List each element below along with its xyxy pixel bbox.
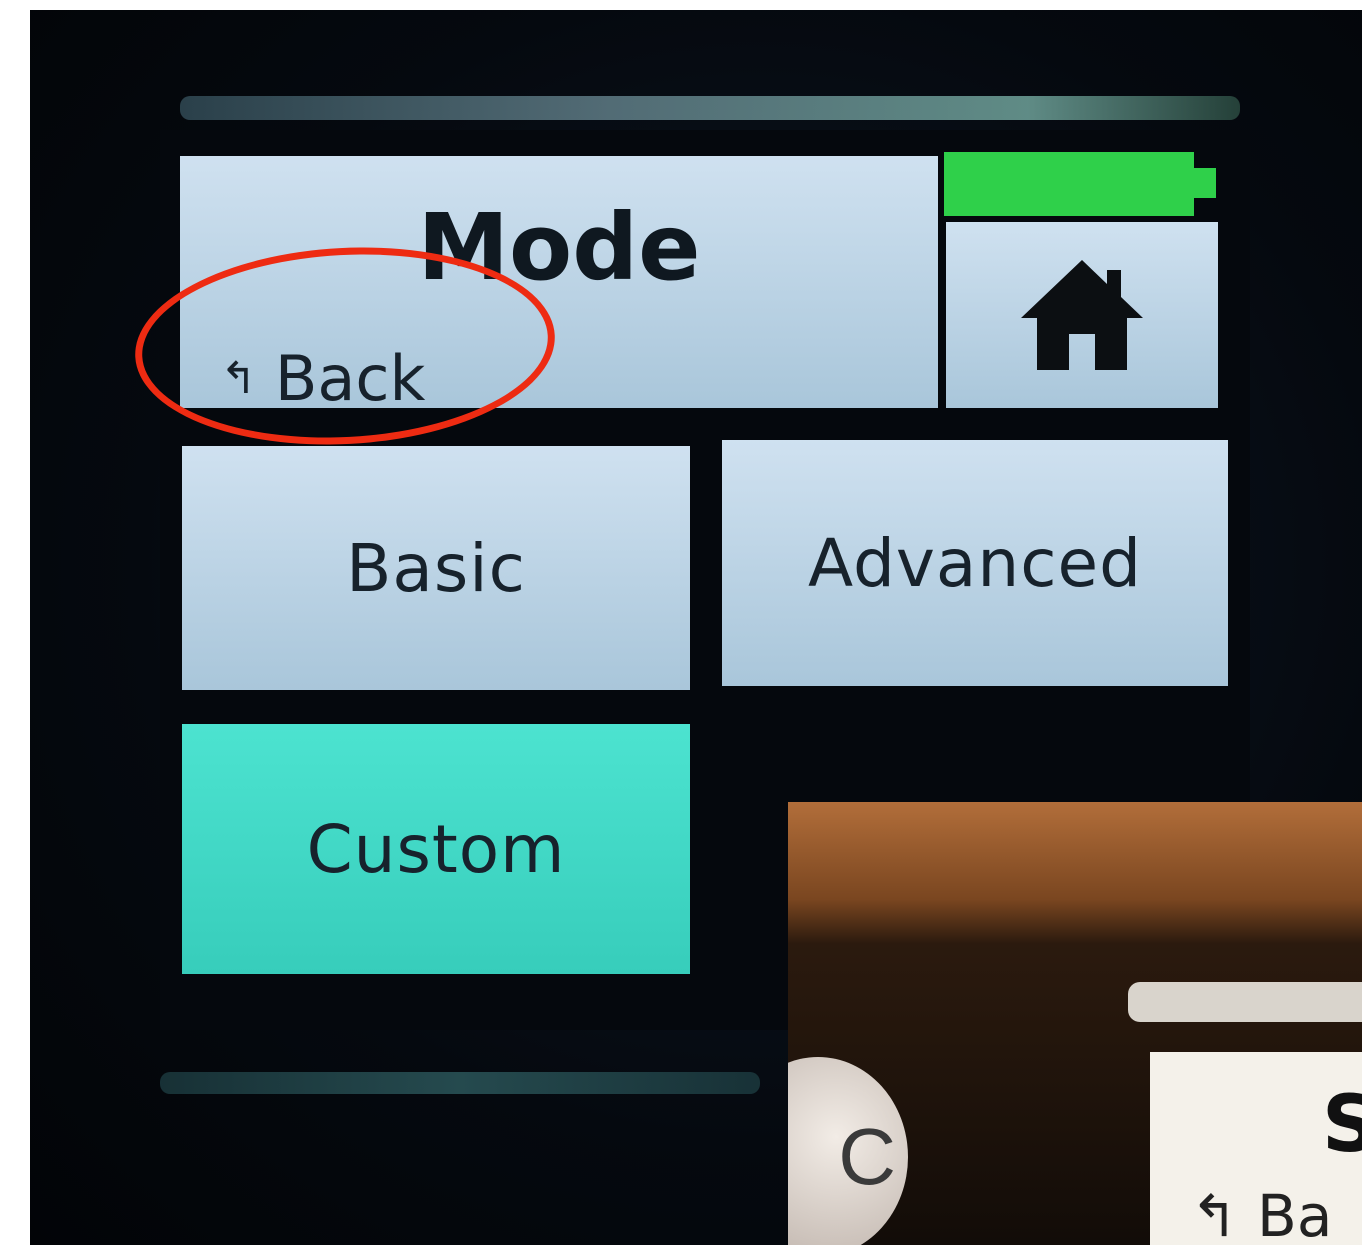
inset-back-label: Ba <box>1257 1182 1333 1245</box>
battery-indicator <box>944 152 1216 216</box>
home-icon <box>1021 260 1143 370</box>
inset-knob-text: C <box>838 1112 896 1201</box>
mode-option-custom[interactable]: Custom <box>182 724 690 974</box>
inset-photo: C S ↰ Ba <box>788 802 1362 1245</box>
inset-knob: C <box>788 1057 908 1245</box>
battery-terminal <box>1194 168 1216 198</box>
home-button[interactable] <box>946 222 1218 408</box>
battery-fill <box>944 152 1194 216</box>
screen-bezel-top <box>180 96 1240 120</box>
mode-option-label: Advanced <box>807 524 1142 602</box>
inset-screen: S ↰ Ba <box>1150 1052 1362 1245</box>
inset-title-fragment: S <box>1322 1080 1362 1170</box>
inset-back-arrow-icon: ↰ <box>1190 1182 1239 1245</box>
screen-bezel-bottom <box>160 1072 760 1094</box>
mode-option-advanced[interactable]: Advanced <box>722 440 1228 686</box>
inset-back-fragment: ↰ Ba <box>1190 1182 1332 1245</box>
mode-option-label: Custom <box>306 810 566 888</box>
device-photo: Mode ↰ Back Basic Advanced Custom C S ↰ … <box>30 10 1362 1245</box>
inset-bezel <box>1128 982 1362 1022</box>
mode-option-label: Basic <box>346 529 526 607</box>
mode-option-basic[interactable]: Basic <box>182 446 690 690</box>
